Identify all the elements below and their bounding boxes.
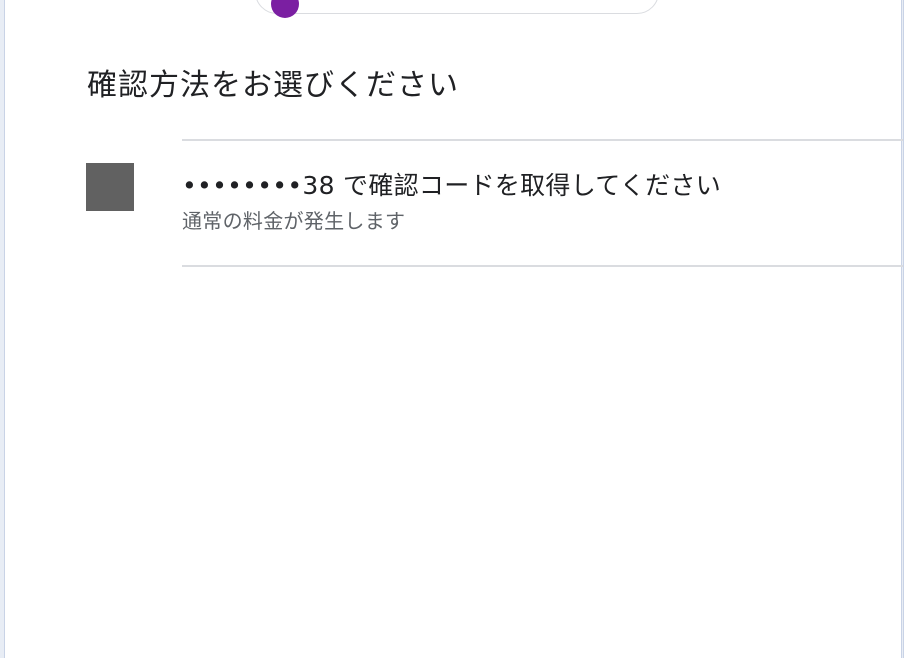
scroll-area xyxy=(903,0,922,658)
page-title: 確認方法をお選びください xyxy=(87,68,459,103)
account-chip[interactable] xyxy=(255,0,659,18)
divider xyxy=(182,265,903,267)
phone-icon xyxy=(86,163,134,211)
option-title: ••••••••38 で確認コードを取得してください xyxy=(182,171,722,200)
dialog-window: 確認方法をお選びください ••••••••38 で確認コードを取得してください … xyxy=(4,0,903,658)
verification-option-sms[interactable]: ••••••••38 で確認コードを取得してください 通常の料金が発生します xyxy=(86,141,903,265)
avatar xyxy=(271,0,299,18)
option-subtitle: 通常の料金が発生します xyxy=(182,209,406,233)
